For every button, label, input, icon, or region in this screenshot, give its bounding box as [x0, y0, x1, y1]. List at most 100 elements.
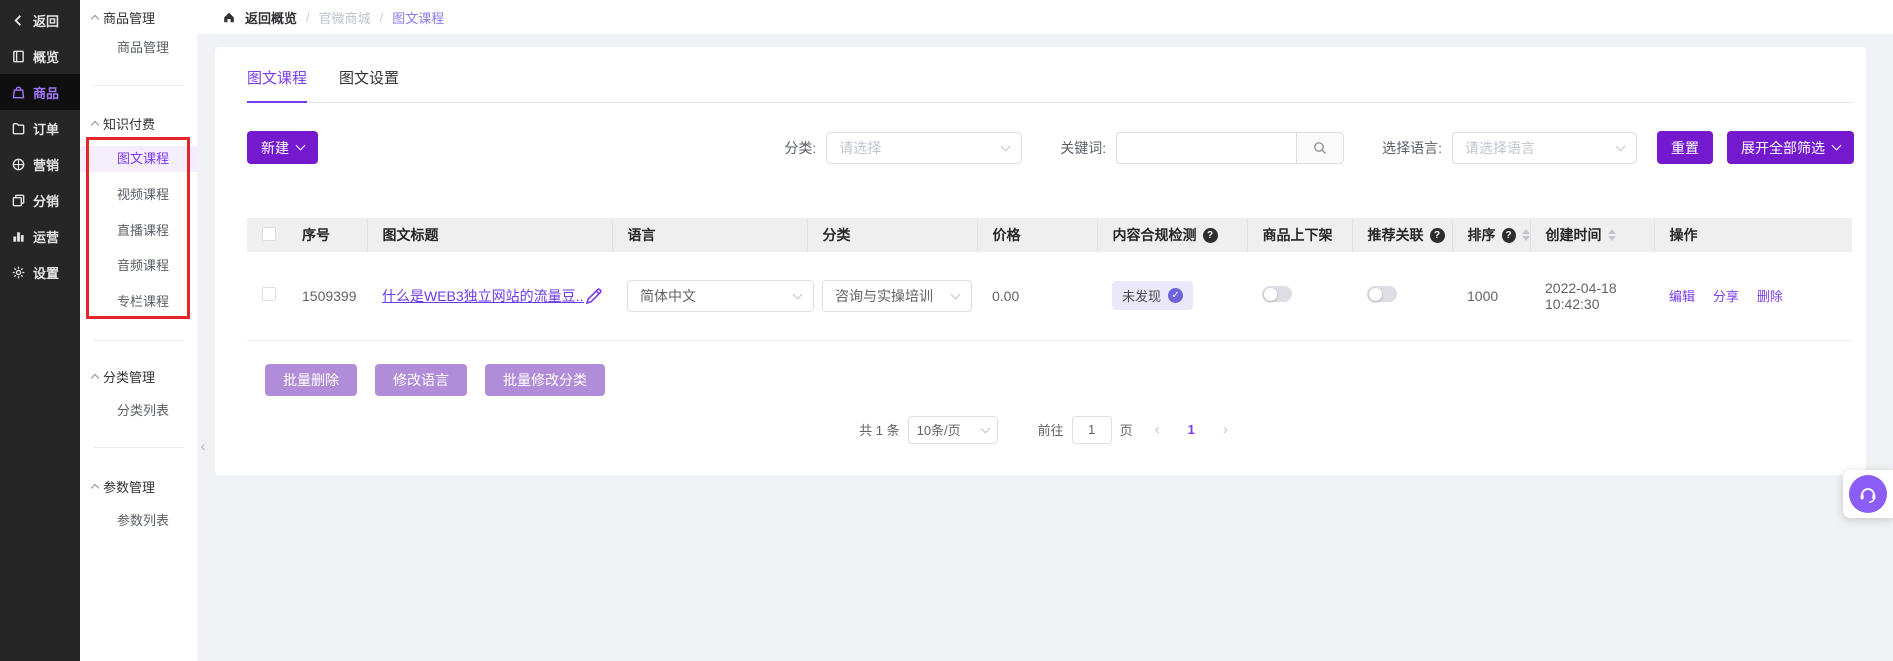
- sidebar-item-settings[interactable]: 设置: [0, 254, 80, 290]
- share-link[interactable]: 分享: [1713, 289, 1739, 304]
- chevron-down-icon: [1001, 141, 1011, 151]
- collapse-caret-icon: [91, 484, 99, 492]
- recommend-toggle[interactable]: [1367, 286, 1397, 302]
- app-root: 返回 概览 商品 订单 营销 分销 运营 设置: [0, 0, 1893, 661]
- menu-item-live-course[interactable]: 直播课程: [80, 218, 197, 244]
- category-select[interactable]: 请选择: [826, 132, 1022, 164]
- divider: [93, 85, 184, 86]
- edit-link[interactable]: 编辑: [1669, 289, 1695, 304]
- reset-button-label: 重置: [1671, 138, 1699, 158]
- row-language-value: 简体中文: [640, 286, 696, 306]
- language-select[interactable]: 请选择语言: [1452, 132, 1637, 164]
- row-language-select[interactable]: 简体中文: [627, 280, 814, 312]
- gear-icon: [11, 265, 26, 280]
- batch-category-button[interactable]: 批量修改分类: [485, 364, 605, 396]
- main-area: 返回概览 / 官微商城 / 图文课程 图文课程 图文设置 新建 分类:: [197, 0, 1893, 661]
- sidebar-item-marketing[interactable]: 营销: [0, 146, 80, 182]
- group-header-label: 分类管理: [103, 367, 155, 386]
- compass-icon: [11, 157, 26, 172]
- row-category-select[interactable]: 咨询与实操培训: [822, 280, 972, 312]
- breadcrumb: 返回概览 / 官微商城 / 图文课程: [197, 0, 1893, 34]
- group-header-label: 参数管理: [103, 477, 155, 496]
- menu-item-column-course[interactable]: 专栏课程: [80, 289, 197, 315]
- new-button[interactable]: 新建: [247, 131, 318, 164]
- group-header-knowledge-pay[interactable]: 知识付费: [92, 114, 155, 133]
- customer-service-widget[interactable]: [1843, 470, 1893, 518]
- keyword-input[interactable]: [1116, 132, 1296, 164]
- sidebar-item-label: 营销: [33, 155, 59, 174]
- sort-arrows-icon[interactable]: [1522, 229, 1530, 241]
- tab-bar: 图文课程 图文设置: [247, 47, 1854, 103]
- shelf-toggle[interactable]: [1262, 286, 1292, 302]
- breadcrumb-separator: /: [380, 10, 384, 25]
- edit-pencil-icon[interactable]: [584, 286, 604, 306]
- menu-item-video-course[interactable]: 视频课程: [80, 182, 197, 208]
- group-header-product-mgmt[interactable]: 商品管理: [92, 8, 155, 27]
- delete-link[interactable]: 删除: [1757, 289, 1783, 304]
- sort-arrows-icon[interactable]: [1608, 229, 1616, 241]
- menu-item-category-list[interactable]: 分类列表: [80, 398, 197, 424]
- next-page-arrow[interactable]: ›: [1209, 421, 1242, 438]
- headset-icon: [1849, 475, 1887, 513]
- menu-item-image-text-course[interactable]: 图文课程: [80, 146, 197, 172]
- group-header-param-mgmt[interactable]: 参数管理: [92, 477, 155, 496]
- compliance-badge: 未发现 ✓: [1112, 281, 1193, 310]
- collapse-caret-icon: [91, 374, 99, 382]
- primary-sidebar: 返回 概览 商品 订单 营销 分销 运营 设置: [0, 0, 80, 661]
- header-compliance: 内容合规检测?: [1097, 218, 1247, 252]
- pagination-total: 共 1 条: [859, 420, 899, 439]
- header-title: 图文标题: [367, 218, 612, 252]
- header-language: 语言: [612, 218, 807, 252]
- divider: [93, 447, 184, 448]
- batch-actions: 批量删除 修改语言 批量修改分类: [265, 364, 1854, 396]
- prev-page-arrow[interactable]: ‹: [1141, 421, 1174, 438]
- tab-image-text-course[interactable]: 图文课程: [247, 67, 307, 103]
- help-icon[interactable]: ?: [1502, 228, 1516, 243]
- breadcrumb-home[interactable]: 返回概览: [245, 8, 297, 27]
- collapse-caret-icon: [91, 121, 99, 129]
- course-title-link[interactable]: 什么是WEB3独立网站的流量豆...: [382, 286, 584, 306]
- batch-delete-button[interactable]: 批量删除: [265, 364, 357, 396]
- sidebar-item-products[interactable]: 商品: [0, 74, 80, 110]
- collapse-caret-icon: [91, 15, 99, 23]
- group-header-category-mgmt[interactable]: 分类管理: [92, 367, 155, 386]
- help-icon[interactable]: ?: [1203, 228, 1218, 243]
- select-all-checkbox[interactable]: [262, 227, 276, 241]
- menu-item-audio-course[interactable]: 音频课程: [80, 253, 197, 279]
- menu-item-param-list[interactable]: 参数列表: [80, 508, 197, 534]
- chevron-down-icon: [296, 141, 306, 151]
- search-button[interactable]: [1296, 132, 1344, 164]
- expand-filters-button[interactable]: 展开全部筛选: [1727, 131, 1854, 164]
- batch-language-button[interactable]: 修改语言: [375, 364, 467, 396]
- header-sort: 排序?: [1452, 218, 1530, 252]
- bar-chart-icon: [11, 229, 26, 244]
- header-recommend-label: 推荐关联: [1368, 225, 1424, 245]
- expand-filters-label: 展开全部筛选: [1741, 138, 1825, 158]
- breadcrumb-mall[interactable]: 官微商城: [319, 8, 371, 27]
- content-card: 图文课程 图文设置 新建 分类: 请选择 关键词:: [215, 47, 1866, 475]
- header-sort-label: 排序: [1468, 225, 1496, 245]
- sidebar-item-distribution[interactable]: 分销: [0, 182, 80, 218]
- tab-image-text-settings[interactable]: 图文设置: [339, 67, 399, 102]
- reset-button[interactable]: 重置: [1657, 131, 1713, 164]
- menu-item-product-mgmt[interactable]: 商品管理: [80, 35, 197, 61]
- sidebar-item-back[interactable]: 返回: [0, 2, 80, 38]
- sidebar-collapse-handle[interactable]: ‹: [197, 433, 209, 459]
- cell-created: 2022-04-18 10:42:30: [1530, 252, 1654, 340]
- sidebar-item-overview[interactable]: 概览: [0, 38, 80, 74]
- row-checkbox[interactable]: [262, 287, 276, 301]
- chevron-down-icon: [951, 289, 961, 299]
- new-button-label: 新建: [261, 138, 289, 158]
- cell-sort: 1000: [1452, 252, 1530, 340]
- check-circle-icon: ✓: [1168, 288, 1183, 303]
- current-page[interactable]: 1: [1182, 422, 1201, 437]
- sidebar-item-label: 订单: [33, 119, 59, 138]
- secondary-sidebar: 商品管理 商品管理 知识付费 图文课程 视频课程 直播课程 音频课程 专栏课程 …: [80, 0, 197, 661]
- layers-icon: [11, 193, 26, 208]
- sidebar-item-orders[interactable]: 订单: [0, 110, 80, 146]
- sidebar-item-operations[interactable]: 运营: [0, 218, 80, 254]
- goto-page-input[interactable]: [1072, 416, 1112, 444]
- page-size-select[interactable]: 10条/页: [908, 416, 998, 444]
- cell-id: 1509399: [287, 252, 367, 340]
- help-icon[interactable]: ?: [1430, 228, 1445, 243]
